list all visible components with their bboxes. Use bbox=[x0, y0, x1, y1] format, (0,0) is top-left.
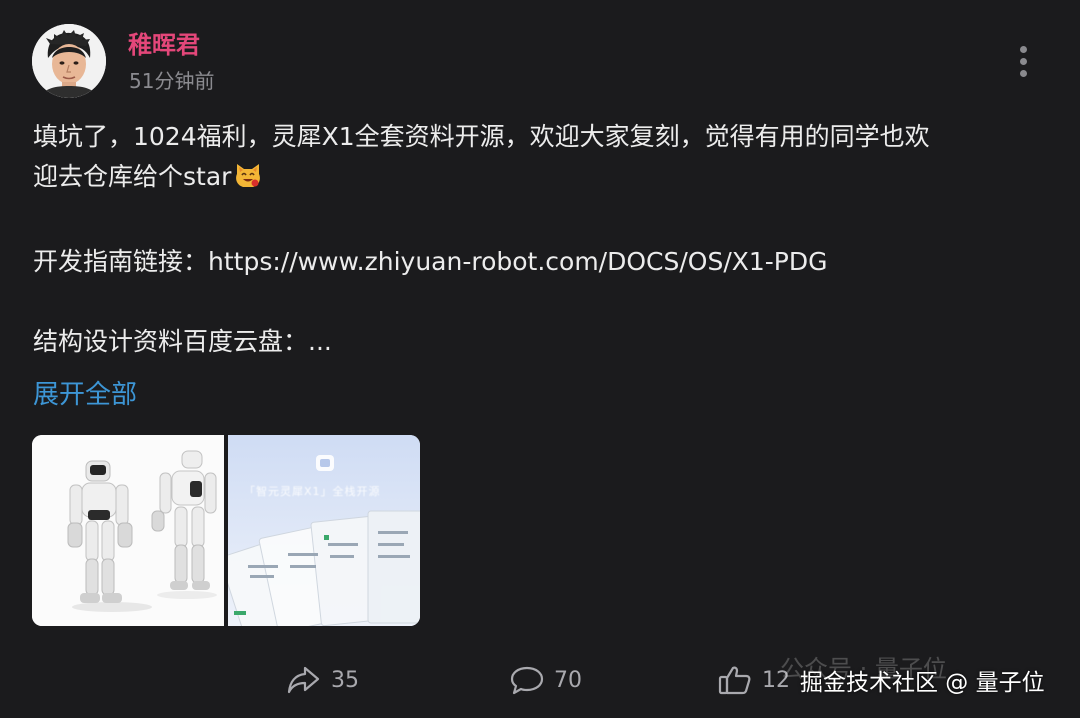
robots-illustration bbox=[32, 435, 224, 626]
post-timestamp: 51分钟前 bbox=[129, 69, 215, 93]
comment-button[interactable]: 70 bbox=[510, 658, 582, 702]
expand-all-link[interactable]: 展开全部 bbox=[33, 377, 137, 413]
docs-caption: 「智元灵犀X1」全栈开源 bbox=[244, 485, 381, 498]
thumbs-up-icon bbox=[718, 666, 751, 695]
speech-bubble-icon bbox=[510, 666, 544, 695]
vertical-dots-icon-dot-2 bbox=[1020, 58, 1027, 65]
like-count: 12 bbox=[762, 667, 790, 693]
avatar-portrait bbox=[32, 24, 106, 98]
post-line: 结构设计资料百度云盘：... bbox=[33, 327, 332, 356]
post-line: 迎去仓库给个star bbox=[33, 162, 232, 191]
author-name[interactable]: 稚晖君 bbox=[128, 30, 200, 60]
post-line: 填坑了，1024福利，灵犀X1全套资料开源，欢迎大家复刻，觉得有用的同学也欢 bbox=[33, 122, 930, 151]
share-button[interactable]: 35 bbox=[287, 658, 359, 702]
grinning-cat-emoji-icon bbox=[233, 160, 263, 202]
post-text: 填坑了，1024福利，灵犀X1全套资料开源，欢迎大家复刻，觉得有用的同学也欢 迎… bbox=[33, 117, 1053, 362]
share-arrow-icon bbox=[287, 666, 320, 694]
vertical-dots-icon-dot-3 bbox=[1020, 70, 1027, 77]
image-grid: 「智元灵犀X1」全栈开源 bbox=[32, 435, 420, 626]
post-card: 稚晖君 51分钟前 填坑了，1024福利，灵犀X1全套资料开源，欢迎大家复刻，觉… bbox=[0, 0, 1080, 718]
image-robots[interactable] bbox=[32, 435, 224, 626]
more-options-button[interactable] bbox=[1010, 44, 1038, 80]
like-button[interactable]: 12 bbox=[718, 658, 790, 702]
action-bar: 35 70 12 bbox=[0, 658, 1080, 702]
post-line-blank bbox=[33, 282, 1053, 322]
vertical-dots-icon bbox=[1020, 46, 1027, 53]
image-docs[interactable]: 「智元灵犀X1」全栈开源 bbox=[228, 435, 420, 626]
comment-count: 70 bbox=[554, 667, 582, 693]
avatar[interactable] bbox=[32, 24, 106, 98]
docs-illustration bbox=[228, 435, 420, 626]
post-line-with-emoji: 迎去仓库给个star bbox=[33, 157, 1053, 202]
share-count: 35 bbox=[331, 667, 359, 693]
post-line-blank bbox=[33, 202, 1053, 242]
post-line-link: 开发指南链接：https://www.zhiyuan-robot.com/DOC… bbox=[33, 247, 828, 276]
